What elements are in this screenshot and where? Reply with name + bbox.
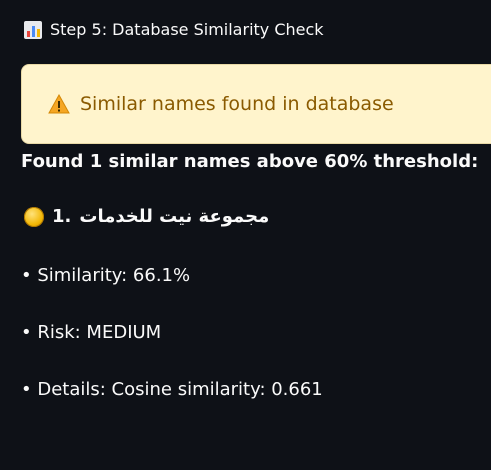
match-title: 1. مجموعة نيت للخدمات xyxy=(24,206,269,227)
risk-line: • Risk: MEDIUM xyxy=(21,322,162,343)
similarity-line: • Similarity: 66.1% xyxy=(21,265,191,286)
warning-alert: Similar names found in database xyxy=(21,64,491,144)
yellow-circle-icon xyxy=(24,206,44,227)
step-title: Step 5: Database Similarity Check xyxy=(50,20,324,39)
warning-text: Similar names found in database xyxy=(80,93,394,115)
match-index: 1. xyxy=(52,206,72,227)
match-name: مجموعة نيت للخدمات xyxy=(79,206,270,227)
details-line: • Details: Cosine similarity: 0.661 xyxy=(21,379,323,400)
bar-chart-icon xyxy=(24,20,42,39)
page: Step 5: Database Similarity Check Simila… xyxy=(0,0,491,470)
warning-icon xyxy=(48,94,70,114)
summary-text: Found 1 similar names above 60% threshol… xyxy=(21,151,479,172)
step-header: Step 5: Database Similarity Check xyxy=(24,20,324,39)
